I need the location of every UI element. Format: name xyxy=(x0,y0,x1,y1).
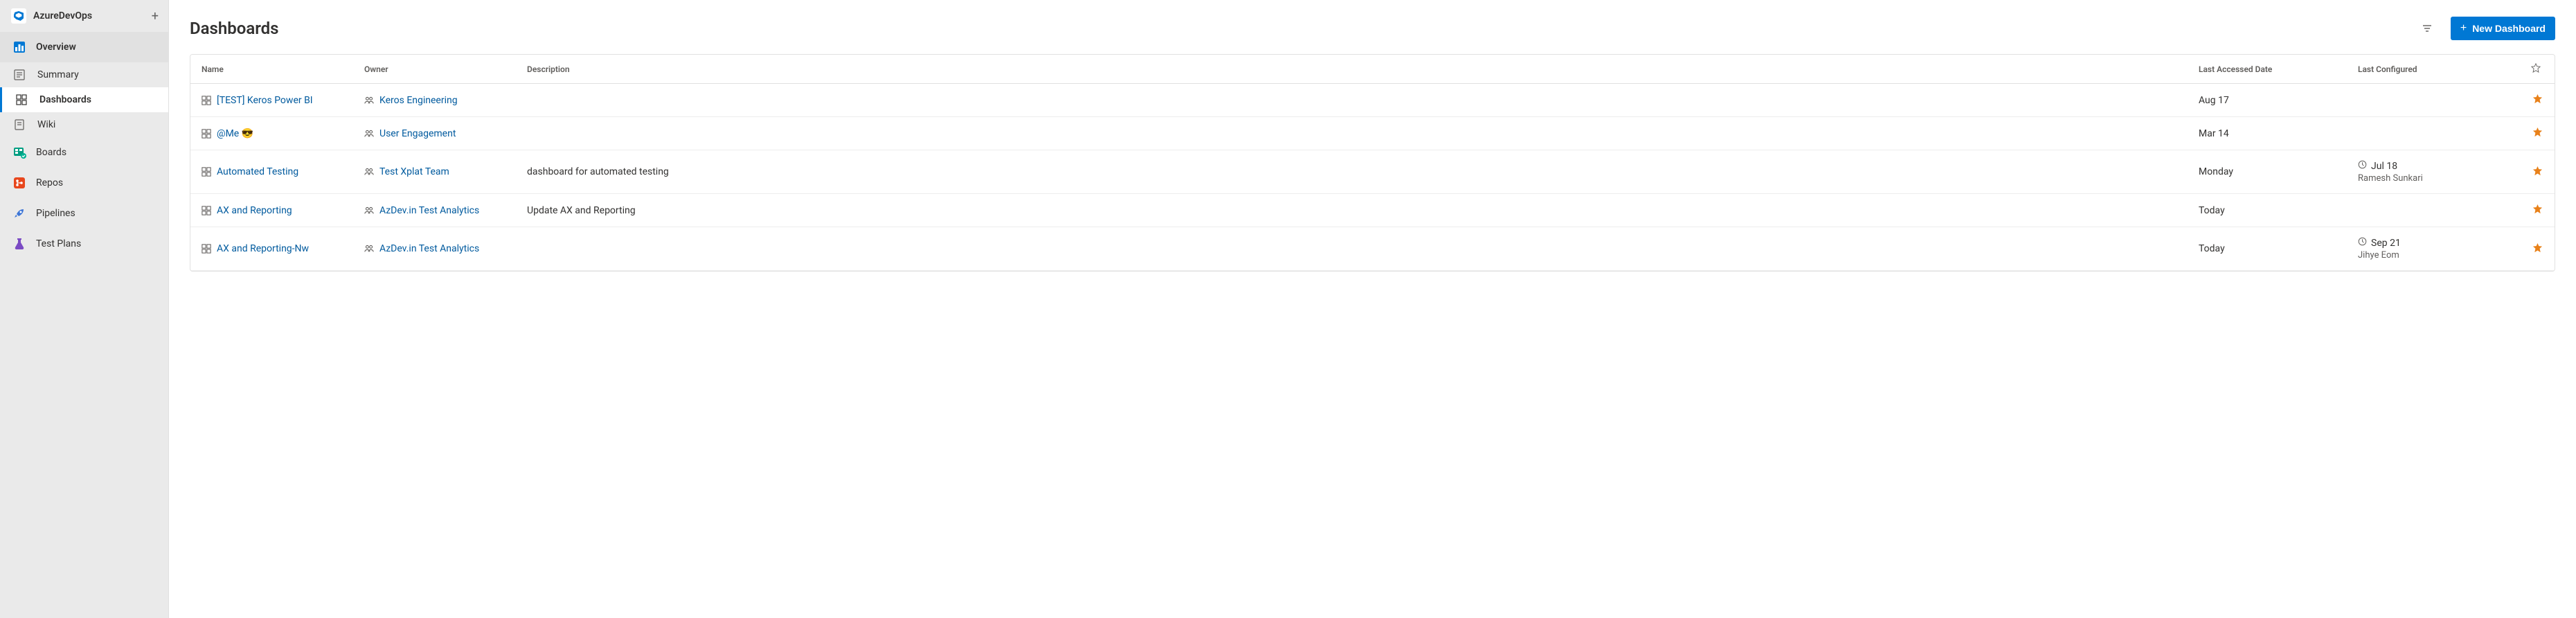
favorite-star-icon[interactable] xyxy=(2532,166,2543,176)
sidebar-item-overview[interactable]: Overview xyxy=(0,32,168,62)
page-title: Dashboards xyxy=(190,19,2416,38)
last-configured-cell xyxy=(2347,117,2520,150)
sidebar-item-label: Summary xyxy=(37,69,79,80)
favorite-star-icon[interactable] xyxy=(2532,242,2543,253)
dashboard-icon xyxy=(202,206,211,215)
testplans-icon xyxy=(11,236,28,252)
dashboards-table: Name Owner Description Last Accessed Dat… xyxy=(190,55,2555,271)
last-configured-cell xyxy=(2347,84,2520,117)
th-owner[interactable]: Owner xyxy=(353,55,516,84)
last-accessed-cell: Mar 14 xyxy=(2188,117,2347,150)
dashboard-name-link[interactable]: [TEST] Keros Power BI xyxy=(217,95,313,106)
th-name[interactable]: Name xyxy=(190,55,353,84)
repos-icon xyxy=(11,175,28,191)
sidebar: AzureDevOps + Overview Summary Dashboa xyxy=(0,0,169,618)
favorite-star-icon[interactable] xyxy=(2532,94,2543,104)
table-row[interactable]: Automated Testing Test Xplat Team dashboar… xyxy=(190,150,2555,194)
sidebar-item-label: Wiki xyxy=(37,119,55,130)
description-cell: dashboard for automated testing xyxy=(516,150,2188,194)
team-icon xyxy=(364,96,374,105)
boards-icon xyxy=(11,144,28,161)
page-header: Dashboards + New Dashboard xyxy=(190,17,2555,40)
sidebar-item-label: Boards xyxy=(36,147,66,158)
project-header[interactable]: AzureDevOps + xyxy=(0,0,168,32)
dashboards-table-container: Name Owner Description Last Accessed Dat… xyxy=(190,54,2555,272)
plus-icon[interactable]: + xyxy=(152,9,159,24)
overview-icon xyxy=(11,39,28,55)
table-row[interactable]: AX and Reporting AzDev.in Test Analytics U… xyxy=(190,194,2555,227)
summary-icon xyxy=(14,69,25,80)
th-last-configured[interactable]: Last Configured xyxy=(2347,55,2520,84)
owner-link[interactable]: AzDev.in Test Analytics xyxy=(379,243,479,254)
wiki-icon xyxy=(14,119,25,130)
plus-icon: + xyxy=(2460,22,2467,35)
dashboard-name-link[interactable]: AX and Reporting-Nw xyxy=(217,243,309,254)
dashboard-icon xyxy=(202,96,211,105)
main-content: Dashboards + New Dashboard Name Owner De… xyxy=(169,0,2576,618)
project-icon xyxy=(11,8,26,24)
configured-by: Ramesh Sunkari xyxy=(2358,173,2509,184)
last-configured-cell xyxy=(2347,194,2520,227)
configured-date: Jul 18 xyxy=(2371,161,2397,172)
clock-icon xyxy=(2358,160,2367,172)
new-dashboard-label: New Dashboard xyxy=(2472,23,2546,34)
table-header-row: Name Owner Description Last Accessed Dat… xyxy=(190,55,2555,84)
owner-link[interactable]: Keros Engineering xyxy=(379,95,458,106)
sidebar-item-dashboards[interactable]: Dashboards xyxy=(0,87,168,112)
table-row[interactable]: [TEST] Keros Power BI Keros Engineering Au… xyxy=(190,84,2555,117)
favorite-star-icon[interactable] xyxy=(2532,204,2543,214)
owner-link[interactable]: Test Xplat Team xyxy=(379,166,449,177)
dashboard-icon xyxy=(202,244,211,254)
sidebar-item-label: Overview xyxy=(36,42,76,53)
nav-list: Overview Summary Dashboards Wiki xyxy=(0,32,168,259)
last-configured-cell: Sep 21Jihye Eom xyxy=(2347,227,2520,271)
last-accessed-cell: Today xyxy=(2188,227,2347,271)
description-cell xyxy=(516,84,2188,117)
dashboards-icon xyxy=(16,94,27,105)
favorite-star-icon[interactable] xyxy=(2532,127,2543,137)
table-row[interactable]: AX and Reporting-Nw AzDev.in Test Analyti… xyxy=(190,227,2555,271)
sidebar-item-summary[interactable]: Summary xyxy=(0,62,168,87)
sidebar-item-pipelines[interactable]: Pipelines xyxy=(0,198,168,229)
dashboard-name-link[interactable]: AX and Reporting xyxy=(217,205,292,216)
clock-icon xyxy=(2358,237,2367,249)
sidebar-item-label: Dashboards xyxy=(39,94,91,105)
owner-link[interactable]: AzDev.in Test Analytics xyxy=(379,205,479,216)
sidebar-item-label: Repos xyxy=(36,177,63,188)
description-cell xyxy=(516,227,2188,271)
sidebar-item-repos[interactable]: Repos xyxy=(0,168,168,198)
team-icon xyxy=(364,167,374,177)
team-icon xyxy=(364,129,374,139)
sidebar-item-label: Test Plans xyxy=(36,238,81,249)
last-configured-cell: Jul 18Ramesh Sunkari xyxy=(2347,150,2520,194)
last-accessed-cell: Monday xyxy=(2188,150,2347,194)
project-name: AzureDevOps xyxy=(33,10,157,21)
dashboard-name-link[interactable]: @Me 😎 xyxy=(217,128,253,139)
filter-icon[interactable] xyxy=(2416,17,2438,39)
dashboard-name-link[interactable]: Automated Testing xyxy=(217,166,298,177)
th-description[interactable]: Description xyxy=(516,55,2188,84)
description-cell: Update AX and Reporting xyxy=(516,194,2188,227)
dashboard-icon xyxy=(202,167,211,177)
th-last-accessed[interactable]: Last Accessed Date xyxy=(2188,55,2347,84)
pipelines-icon xyxy=(11,205,28,222)
owner-link[interactable]: User Engagement xyxy=(379,128,456,139)
last-accessed-cell: Today xyxy=(2188,194,2347,227)
th-favorite xyxy=(2520,55,2555,84)
table-row[interactable]: @Me 😎 User Engagement Mar 14 xyxy=(190,117,2555,150)
sidebar-item-wiki[interactable]: Wiki xyxy=(0,112,168,137)
configured-date: Sep 21 xyxy=(2371,238,2401,249)
sidebar-item-label: Pipelines xyxy=(36,208,75,219)
team-icon xyxy=(364,244,374,254)
sidebar-item-boards[interactable]: Boards xyxy=(0,137,168,168)
sidebar-item-testplans[interactable]: Test Plans xyxy=(0,229,168,259)
dashboard-icon xyxy=(202,129,211,139)
new-dashboard-button[interactable]: + New Dashboard xyxy=(2451,17,2555,40)
last-accessed-cell: Aug 17 xyxy=(2188,84,2347,117)
description-cell xyxy=(516,117,2188,150)
team-icon xyxy=(364,206,374,215)
configured-by: Jihye Eom xyxy=(2358,250,2509,261)
